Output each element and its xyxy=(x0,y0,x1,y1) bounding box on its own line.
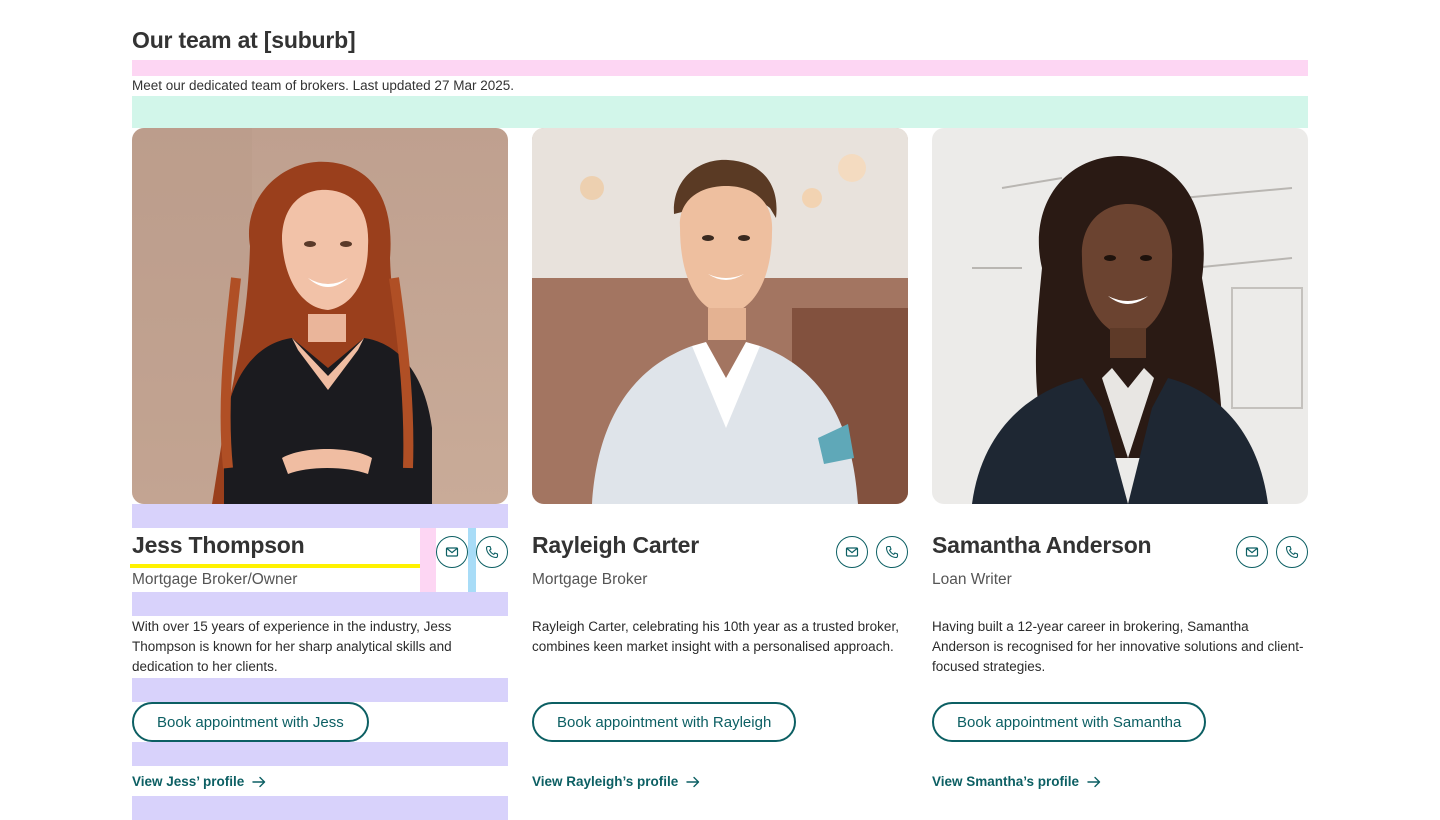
envelope-icon xyxy=(1245,547,1259,557)
view-profile-link[interactable]: View Jess’ profile xyxy=(132,774,266,789)
view-profile-link[interactable]: View Rayleigh’s profile xyxy=(532,774,700,789)
profile-link-label: View Jess’ profile xyxy=(132,774,245,789)
broker-name: Samantha Anderson xyxy=(932,532,1152,558)
spacing-indicator xyxy=(132,796,508,820)
envelope-icon xyxy=(845,547,859,557)
broker-name: Rayleigh Carter xyxy=(532,532,700,558)
email-button[interactable] xyxy=(436,536,468,568)
book-appointment-button[interactable]: Book appointment with Samantha xyxy=(932,702,1207,742)
spacing-indicator xyxy=(132,742,508,766)
arrow-right-icon xyxy=(252,776,266,787)
phone-icon xyxy=(885,545,899,559)
spacing-indicator xyxy=(132,504,508,528)
phone-icon xyxy=(1285,545,1299,559)
email-button[interactable] xyxy=(836,536,868,568)
broker-photo xyxy=(132,128,508,504)
phone-button[interactable] xyxy=(1276,536,1308,568)
phone-button[interactable] xyxy=(876,536,908,568)
spacing-indicator xyxy=(132,96,1308,128)
spacing-indicator xyxy=(132,678,508,702)
email-button[interactable] xyxy=(1236,536,1268,568)
spacing-indicator xyxy=(468,528,476,592)
broker-bio: With over 15 years of experience in the … xyxy=(132,619,452,674)
broker-role: Mortgage Broker xyxy=(532,571,648,588)
broker-photo xyxy=(932,128,1308,504)
phone-button[interactable] xyxy=(476,536,508,568)
book-appointment-button[interactable]: Book appointment with Jess xyxy=(132,702,369,742)
broker-bio: Having built a 12-year career in brokeri… xyxy=(932,619,1304,674)
broker-role: Mortgage Broker/Owner xyxy=(132,571,298,588)
envelope-icon xyxy=(445,547,459,557)
broker-card-jess: Jess Thompson Mortgage Broker/Owner With… xyxy=(130,128,508,820)
spacing-indicator xyxy=(132,592,508,616)
phone-icon xyxy=(485,545,499,559)
arrow-right-icon xyxy=(686,776,700,787)
broker-role: Loan Writer xyxy=(932,571,1012,588)
arrow-right-icon xyxy=(1087,776,1101,787)
broker-card-samantha: Samantha Anderson Loan Writer Having bui… xyxy=(932,128,1308,820)
broker-card-rayleigh: Rayleigh Carter Mortgage Broker Rayleigh… xyxy=(532,128,908,820)
broker-name: Jess Thompson xyxy=(132,532,305,558)
profile-link-label: View Smantha’s profile xyxy=(932,774,1080,789)
profile-link-label: View Rayleigh’s profile xyxy=(532,774,679,789)
broker-bio: Rayleigh Carter, celebrating his 10th ye… xyxy=(532,619,899,654)
section-title: Our team at [suburb] xyxy=(132,27,356,53)
spacing-indicator xyxy=(130,564,420,568)
section-subtitle: Meet our dedicated team of brokers. Last… xyxy=(132,78,514,93)
broker-photo xyxy=(532,128,908,504)
view-profile-link[interactable]: View Smantha’s profile xyxy=(932,774,1101,789)
spacing-indicator xyxy=(420,528,436,592)
book-appointment-button[interactable]: Book appointment with Rayleigh xyxy=(532,702,797,742)
spacing-indicator xyxy=(132,60,1308,76)
